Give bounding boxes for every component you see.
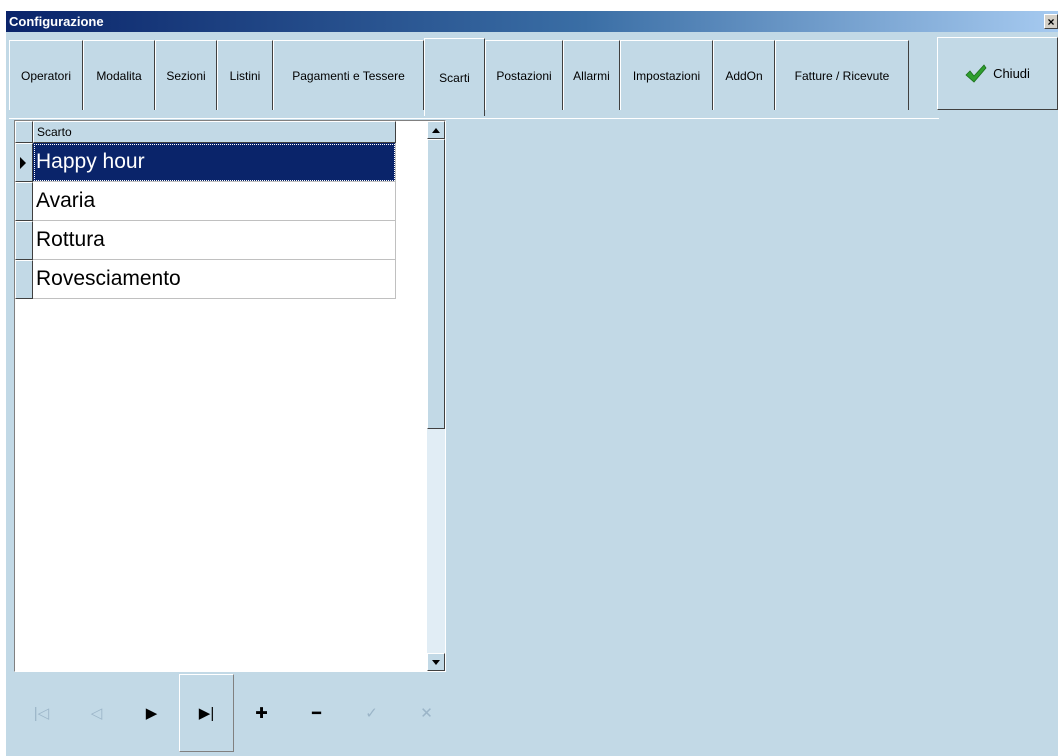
grid-cell[interactable]: Rovesciamento <box>33 260 396 299</box>
arrow-up-icon <box>432 127 440 133</box>
grid-header-row: Scarto <box>15 121 396 143</box>
tab-sezioni[interactable]: Sezioni <box>155 40 217 110</box>
grid-body: Scarto Happy hour Avaria Rottura Rovesci… <box>15 121 427 671</box>
nav-cancel-button[interactable]: ✕ <box>399 674 454 752</box>
scroll-thumb[interactable] <box>427 139 445 429</box>
grid-cell[interactable]: Avaria <box>33 182 396 221</box>
tab-pagamenti-e-tessere[interactable]: Pagamenti e Tessere <box>273 40 424 110</box>
tab-impostazioni[interactable]: Impostazioni <box>620 40 713 110</box>
tab-postazioni[interactable]: Postazioni <box>485 40 563 110</box>
window-client-area: Operatori Modalita Sezioni Listini Pagam… <box>6 32 1058 756</box>
grid-cell[interactable]: Rottura <box>33 221 396 260</box>
window-titlebar: Configurazione × <box>6 11 1058 32</box>
row-indicator[interactable] <box>15 182 33 221</box>
table-row[interactable]: Rovesciamento <box>15 260 396 299</box>
nav-next-button[interactable]: ▶ <box>124 674 179 752</box>
row-indicator[interactable] <box>15 260 33 299</box>
vertical-scrollbar[interactable] <box>427 121 445 671</box>
current-row-arrow-icon <box>20 157 26 169</box>
chiudi-button[interactable]: Chiudi <box>937 37 1058 110</box>
grid-cell[interactable]: Happy hour <box>33 143 396 182</box>
tab-allarmi[interactable]: Allarmi <box>563 40 620 110</box>
row-indicator[interactable] <box>15 143 33 182</box>
table-row[interactable]: Avaria <box>15 182 396 221</box>
table-row[interactable]: Rottura <box>15 221 396 260</box>
tab-operatori[interactable]: Operatori <box>9 40 83 110</box>
window-title: Configurazione <box>9 14 104 29</box>
window-close-button[interactable]: × <box>1044 14 1058 29</box>
check-icon <box>965 63 987 83</box>
nav-prior-button[interactable]: ◁ <box>69 674 124 752</box>
nav-last-button[interactable]: ▶| <box>179 674 234 752</box>
nav-first-button[interactable]: |◁ <box>14 674 69 752</box>
tab-scarti[interactable]: Scarti <box>424 38 485 116</box>
row-indicator[interactable] <box>15 221 33 260</box>
scroll-up-button[interactable] <box>427 121 445 139</box>
nav-post-button[interactable]: ✓ <box>344 674 399 752</box>
chiudi-label: Chiudi <box>993 66 1030 81</box>
tab-addon[interactable]: AddOn <box>713 40 775 110</box>
table-row[interactable]: Happy hour <box>15 143 396 182</box>
nav-insert-button[interactable]: ✚ <box>234 674 289 752</box>
scroll-down-button[interactable] <box>427 653 445 671</box>
tab-listini[interactable]: Listini <box>217 40 273 110</box>
scarti-grid: Scarto Happy hour Avaria Rottura Rovesci… <box>14 120 446 672</box>
tab-fatture-ricevute[interactable]: Fatture / Ricevute <box>775 40 909 110</box>
tab-strip-baseline <box>9 118 939 119</box>
arrow-down-icon <box>432 659 440 665</box>
tab-modalita[interactable]: Modalita <box>83 40 155 110</box>
nav-delete-button[interactable]: ━ <box>289 674 344 752</box>
db-navigator: |◁ ◁ ▶ ▶| ✚ ━ ✓ ✕ <box>14 674 454 754</box>
indicator-header <box>15 121 33 143</box>
column-header-scarto[interactable]: Scarto <box>33 121 396 143</box>
